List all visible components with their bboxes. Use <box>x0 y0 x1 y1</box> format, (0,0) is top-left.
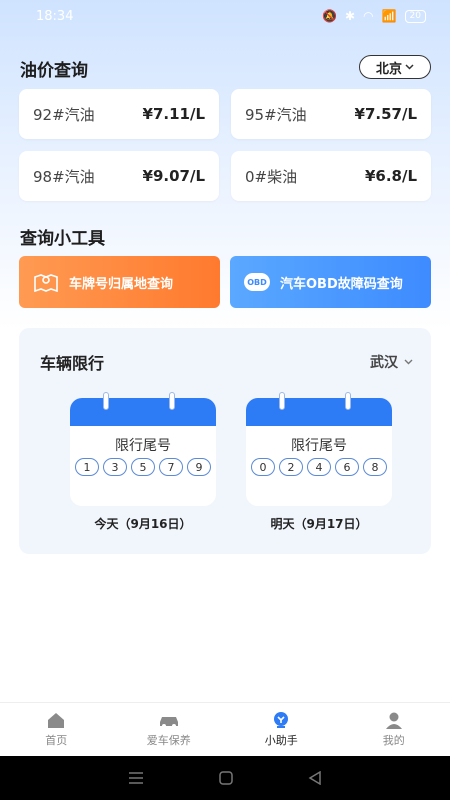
price-value: ¥7.57/L <box>354 105 417 123</box>
menu-icon[interactable] <box>128 772 144 784</box>
calendar-ring-icon <box>103 392 109 410</box>
restriction-label: 限行尾号 <box>291 438 347 454</box>
restriction-number: 4 <box>307 458 331 476</box>
wifi-icon: ◠ <box>363 9 374 23</box>
map-pin-icon <box>34 274 58 293</box>
home-icon <box>48 713 65 728</box>
restriction-number: 2 <box>279 458 303 476</box>
calendar-header <box>70 398 216 426</box>
price-card-95[interactable]: 95#汽油 ¥7.57/L <box>231 89 431 139</box>
price-value: ¥7.11/L <box>142 105 205 123</box>
plate-lookup-button[interactable]: 车牌号归属地查询 <box>19 256 220 308</box>
restriction-title: 车辆限行 <box>40 354 105 373</box>
price-name: 98#汽油 <box>33 167 95 186</box>
home-square-icon[interactable] <box>219 771 233 785</box>
restriction-number: 5 <box>131 458 155 476</box>
restriction-number: 8 <box>363 458 387 476</box>
today-calendar: 限行尾号 1 3 5 7 9 <box>70 392 216 506</box>
system-nav-bar <box>0 756 450 800</box>
restriction-number: 1 <box>75 458 99 476</box>
price-name: 92#汽油 <box>33 105 95 124</box>
status-bar: 18:34 🔕 ✱ ◠ 📶 20 <box>0 0 450 32</box>
tab-label: 首页 <box>45 734 68 747</box>
chevron-down-icon <box>404 359 413 365</box>
tab-label: 我的 <box>382 734 405 747</box>
price-name: 95#汽油 <box>245 105 307 124</box>
restriction-label: 限行尾号 <box>115 438 171 454</box>
today-date: 今天（9月16日） <box>94 517 192 531</box>
restriction-number: 7 <box>159 458 183 476</box>
tab-assistant[interactable]: 小助手 <box>225 703 338 756</box>
tomorrow-calendar: 限行尾号 0 2 4 6 8 <box>246 392 392 506</box>
obd-icon: OBD <box>244 273 270 291</box>
price-value: ¥9.07/L <box>142 167 205 185</box>
tab-profile[interactable]: 我的 <box>338 703 450 756</box>
price-value: ¥6.8/L <box>364 167 417 185</box>
city-select[interactable]: 北京 <box>359 55 431 79</box>
status-icons: 🔕 ✱ ◠ 📶 20 <box>322 9 426 23</box>
price-card-98[interactable]: 98#汽油 ¥9.07/L <box>19 151 219 201</box>
restriction-number: 9 <box>187 458 211 476</box>
restriction-numbers: 1 3 5 7 9 <box>70 458 216 476</box>
obd-lookup-label: 汽车OBD故障码查询 <box>280 276 403 292</box>
plate-lookup-label: 车牌号归属地查询 <box>69 276 174 292</box>
tab-label: 小助手 <box>264 734 298 747</box>
battery-icon: 20 <box>404 9 426 23</box>
restriction-numbers: 0 2 4 6 8 <box>246 458 392 476</box>
car-icon <box>159 717 178 728</box>
bottom-tab-bar: 首页 爱车保养 小助手 我的 <box>0 702 450 756</box>
price-card-92[interactable]: 92#汽油 ¥7.11/L <box>19 89 219 139</box>
restriction-number: 0 <box>251 458 275 476</box>
price-name: 0#柴油 <box>245 167 298 186</box>
restriction-city-select[interactable]: 武汉 <box>370 352 413 372</box>
obd-lookup-button[interactable]: OBD 汽车OBD故障码查询 <box>230 256 431 308</box>
calendar-ring-icon <box>169 392 175 410</box>
restriction-number: 3 <box>103 458 127 476</box>
status-time: 18:34 <box>36 8 74 24</box>
assistant-icon <box>274 712 289 728</box>
tab-car-care[interactable]: 爱车保养 <box>113 703 226 756</box>
signal-icon: 📶 <box>381 9 397 23</box>
oil-price-title: 油价查询 <box>20 61 88 81</box>
tools-title: 查询小工具 <box>20 229 105 249</box>
price-card-diesel[interactable]: 0#柴油 ¥6.8/L <box>231 151 431 201</box>
back-icon[interactable] <box>308 771 322 785</box>
restriction-number: 6 <box>335 458 359 476</box>
calendar-ring-icon <box>345 392 351 410</box>
city-select-label: 北京 <box>375 61 402 77</box>
calendar-ring-icon <box>279 392 285 410</box>
tomorrow-date: 明天（9月17日） <box>270 517 368 531</box>
restriction-city-label: 武汉 <box>370 355 398 371</box>
mute-icon: 🔕 <box>322 9 338 23</box>
restriction-panel: 车辆限行 武汉 限行尾号 1 3 5 7 9 今天（9月16日） 限行尾号 0 … <box>19 328 431 554</box>
calendar-header <box>246 398 392 426</box>
tab-home[interactable]: 首页 <box>0 703 113 756</box>
bluetooth-icon: ✱ <box>345 9 356 23</box>
chevron-down-icon <box>405 64 414 70</box>
tab-label: 爱车保养 <box>146 734 191 747</box>
user-icon <box>385 712 402 729</box>
